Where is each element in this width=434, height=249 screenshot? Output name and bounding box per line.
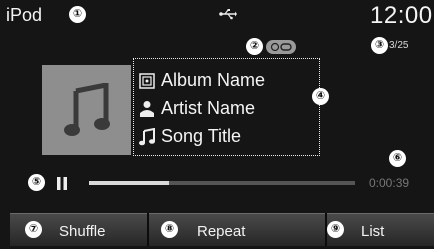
song-row: Song Title	[139, 126, 241, 147]
source-label: iPod	[6, 5, 43, 25]
callout-1: ①	[69, 6, 86, 23]
progress-fill	[89, 181, 169, 185]
callout-4: ④	[312, 88, 329, 105]
artist-icon	[140, 100, 154, 117]
list-label: List	[361, 223, 385, 240]
artist-name: Artist Name	[161, 98, 256, 118]
album-row: Album Name	[139, 70, 265, 91]
ipod-player-screen: iPod ① 12:00 ② ③ 3/25 Album Name Artist …	[0, 0, 434, 249]
music-note-icon	[63, 83, 110, 136]
shuffle-label: Shuffle	[59, 223, 106, 240]
track-count: 3/25	[389, 40, 409, 51]
callout-2: ②	[246, 38, 263, 55]
clock: 12:00	[370, 2, 433, 29]
usb-icon	[219, 9, 237, 20]
callout-3: ③	[371, 37, 388, 54]
callout-8: ⑧	[161, 221, 178, 238]
track-info-box: Album Name Artist Name Song Title	[133, 58, 320, 156]
song-title: Song Title	[161, 126, 242, 146]
repeat-label: Repeat	[197, 223, 246, 240]
progress-bar[interactable]	[89, 181, 355, 185]
artist-row: Artist Name	[139, 98, 255, 119]
repeat-indicator-icon	[266, 40, 296, 54]
callout-7: ⑦	[25, 221, 42, 238]
pause-icon[interactable]	[56, 176, 68, 191]
repeat-button[interactable]: ⑧ Repeat	[149, 213, 325, 246]
shuffle-button[interactable]: ⑦ Shuffle	[10, 213, 147, 246]
album-icon	[139, 72, 155, 89]
callout-6: ⑥	[389, 150, 406, 167]
album-name: Album Name	[161, 70, 266, 90]
callout-9: ⑨	[327, 221, 344, 238]
album-art	[42, 65, 131, 155]
list-button[interactable]: ⑨ List	[327, 213, 434, 246]
song-icon	[139, 127, 155, 145]
elapsed-time: 0:00:39	[369, 176, 410, 190]
callout-5: ⑤	[28, 174, 45, 191]
